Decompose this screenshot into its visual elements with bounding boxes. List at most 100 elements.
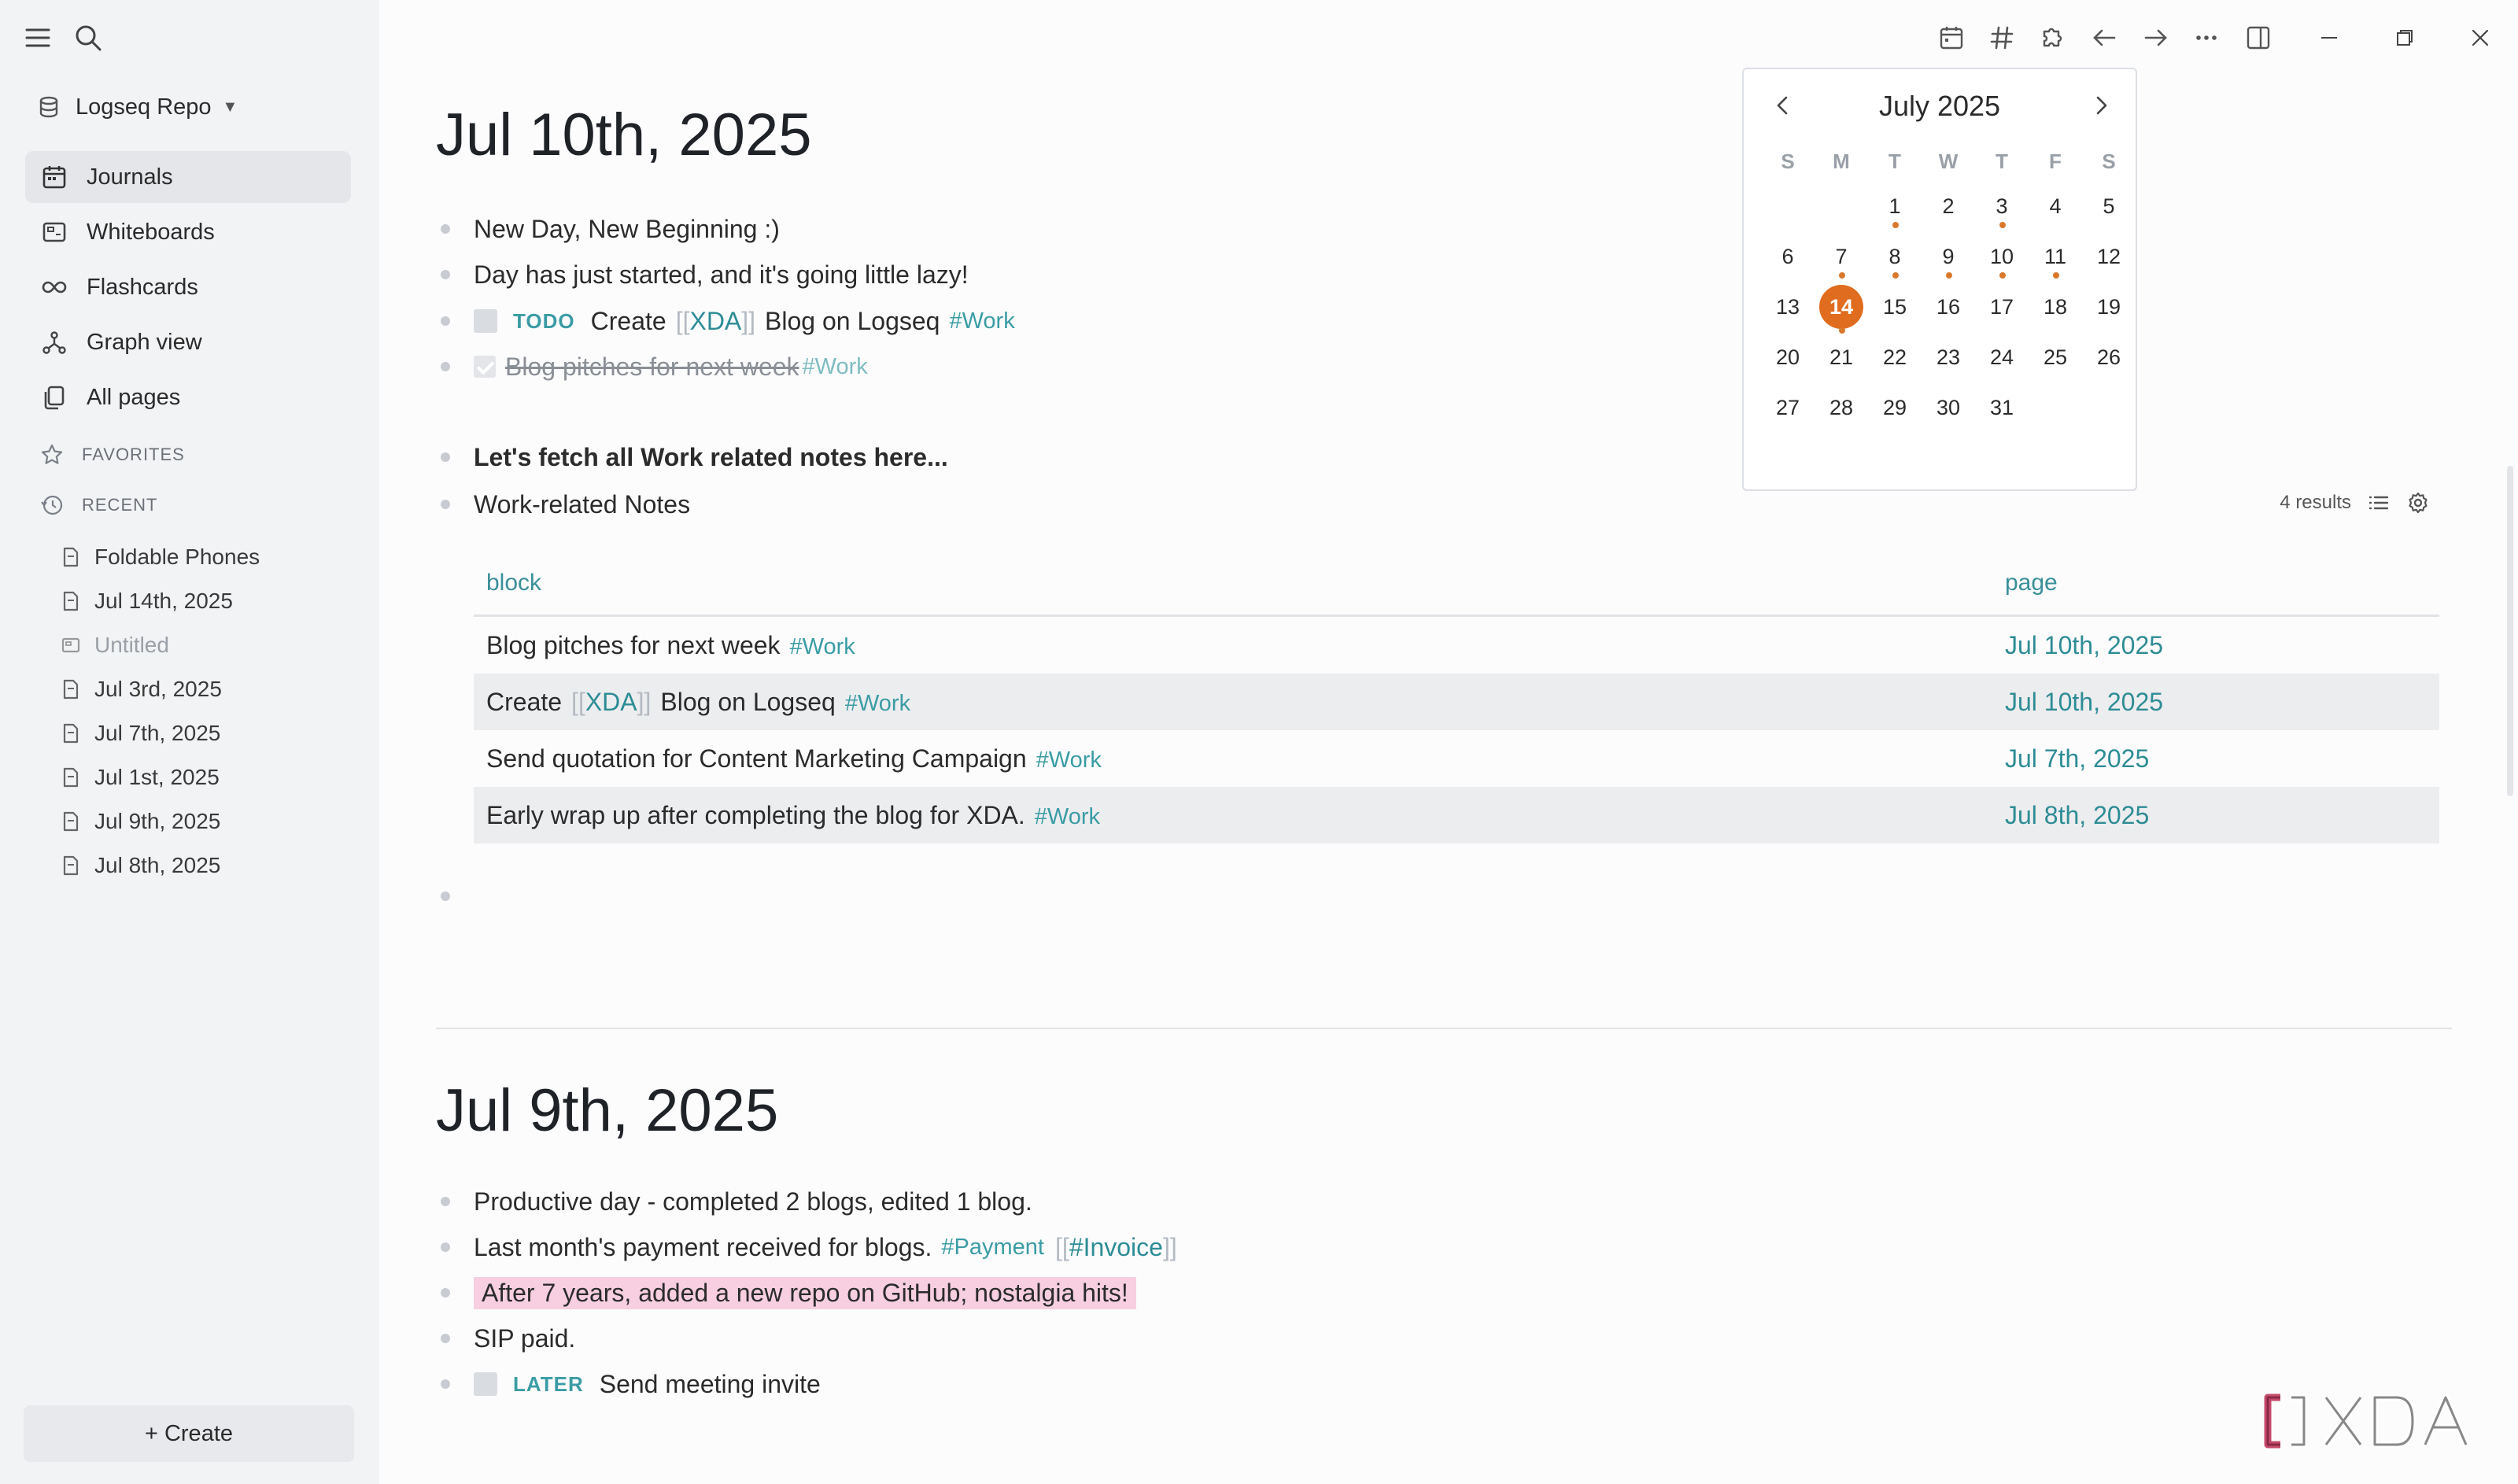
calendar-day[interactable]: 26: [2082, 332, 2136, 382]
puzzle-icon[interactable]: [2035, 20, 2069, 55]
sidebar-toggle-icon[interactable]: [2241, 20, 2276, 55]
prev-month-icon[interactable]: [1767, 90, 1799, 121]
highlighted-block[interactable]: After 7 years, added a new repo on GitHu…: [441, 1273, 1136, 1312]
bullet[interactable]: [441, 892, 450, 901]
page-link-xda[interactable]: XDA: [689, 307, 741, 336]
back-arrow-icon[interactable]: [2087, 20, 2121, 55]
recent-item[interactable]: Jul 7th, 2025: [61, 711, 360, 755]
calendar-day[interactable]: 21: [1815, 332, 1868, 382]
bullet[interactable]: [441, 362, 450, 371]
calendar-day[interactable]: 19: [2082, 282, 2136, 332]
bullet[interactable]: [441, 224, 450, 234]
calendar-day[interactable]: 15: [1868, 282, 1922, 332]
tag-payment[interactable]: #Payment: [941, 1235, 1044, 1261]
recent-item[interactable]: Jul 3rd, 2025: [61, 667, 360, 711]
calendar-day[interactable]: 4: [2029, 181, 2082, 231]
scrollbar[interactable]: [2507, 466, 2513, 796]
bullet[interactable]: [441, 1379, 450, 1389]
restore-icon[interactable]: [2387, 20, 2422, 55]
close-icon[interactable]: [2463, 20, 2498, 55]
calendar-day[interactable]: 24: [1975, 332, 2029, 382]
block[interactable]: New Day, New Beginning :): [441, 209, 780, 249]
recent-item[interactable]: Jul 8th, 2025: [61, 844, 360, 888]
calendar-day[interactable]: 22: [1868, 332, 1922, 382]
recent-header[interactable]: RECENT: [39, 489, 157, 521]
sidebar-item-flashcards[interactable]: Flashcards: [25, 261, 351, 313]
hashtag-icon[interactable]: [1984, 20, 2019, 55]
table-row[interactable]: Early wrap up after completing the blog …: [474, 787, 2439, 844]
table-row[interactable]: Send quotation for Content Marketing Cam…: [474, 730, 2439, 787]
create-button[interactable]: + Create: [24, 1405, 354, 1462]
calendar-day[interactable]: 18: [2029, 282, 2082, 332]
block[interactable]: Let's fetch all Work related notes here.…: [441, 437, 948, 477]
calendar-day[interactable]: 8: [1868, 231, 1922, 282]
cell-page-link[interactable]: Jul 7th, 2025: [2005, 744, 2149, 773]
page-link[interactable]: XDA: [585, 688, 637, 716]
cell-page-link[interactable]: Jul 10th, 2025: [2005, 631, 2163, 660]
calendar-day[interactable]: 11: [2029, 231, 2082, 282]
forward-arrow-icon[interactable]: [2139, 20, 2173, 55]
next-month-icon[interactable]: [2085, 90, 2117, 121]
block[interactable]: Day has just started, and it's going lit…: [441, 255, 969, 294]
done-block[interactable]: Blog pitches for next week #Work: [441, 347, 868, 386]
calendar-day[interactable]: 13: [1761, 282, 1815, 332]
bullet[interactable]: [441, 316, 450, 326]
recent-item[interactable]: Foldable Phones: [61, 535, 360, 579]
favorites-header[interactable]: FAVORITES: [39, 439, 185, 471]
search-icon[interactable]: [72, 22, 104, 54]
column-header-block[interactable]: block: [474, 570, 2005, 596]
calendar-day[interactable]: 10: [1975, 231, 2029, 282]
calendar-day[interactable]: 7: [1815, 231, 1868, 282]
calendar-day[interactable]: 31: [1975, 382, 2029, 433]
calendar-day[interactable]: 28: [1815, 382, 1868, 433]
later-block[interactable]: LATER Send meeting invite: [441, 1364, 821, 1404]
calendar-icon[interactable]: [1934, 20, 1969, 55]
query-block[interactable]: Work-related Notes: [441, 485, 690, 524]
calendar-day[interactable]: 9: [1922, 231, 1975, 282]
block[interactable]: SIP paid.: [441, 1319, 575, 1358]
calendar-day[interactable]: 1: [1868, 181, 1922, 231]
todo-marker[interactable]: TODO: [513, 309, 575, 334]
calendar-day[interactable]: 17: [1975, 282, 2029, 332]
column-header-page[interactable]: page: [2005, 570, 2058, 596]
tag-work[interactable]: #Work: [1036, 748, 1102, 773]
tag-work[interactable]: #Work: [790, 634, 855, 659]
calendar-day[interactable]: 16: [1922, 282, 1975, 332]
list-icon[interactable]: [2367, 491, 2391, 515]
todo-block[interactable]: TODO Create [[ XDA ]] Blog on Logseq #Wo…: [441, 301, 1015, 341]
bullet[interactable]: [441, 270, 450, 279]
recent-item[interactable]: Jul 14th, 2025: [61, 579, 360, 623]
done-checkbox[interactable]: [474, 356, 496, 378]
calendar-day[interactable]: 29: [1868, 382, 1922, 433]
block[interactable]: Last month's payment received for blogs.…: [441, 1227, 1177, 1267]
table-row[interactable]: Blog pitches for next week #Work Jul 10th,…: [474, 617, 2439, 674]
page-link-invoice[interactable]: #Invoice: [1069, 1233, 1163, 1262]
tag-work[interactable]: #Work: [803, 354, 868, 380]
calendar-day[interactable]: 27: [1761, 382, 1815, 433]
journal-title[interactable]: Jul 9th, 2025: [436, 1076, 778, 1145]
tag-work[interactable]: #Work: [845, 691, 910, 716]
more-icon[interactable]: [2189, 20, 2224, 55]
menu-icon[interactable]: [22, 22, 54, 54]
sidebar-item-graph-view[interactable]: Graph view: [25, 316, 351, 368]
cell-page-link[interactable]: Jul 10th, 2025: [2005, 688, 2163, 717]
calendar-day[interactable]: 12: [2082, 231, 2136, 282]
sidebar-item-whiteboards[interactable]: Whiteboards: [25, 206, 351, 258]
calendar-day[interactable]: 6: [1761, 231, 1815, 282]
bullet[interactable]: [441, 1242, 450, 1252]
recent-item[interactable]: Untitled: [61, 623, 360, 667]
repo-selector[interactable]: Logseq Repo ▼: [36, 90, 238, 124]
calendar-day[interactable]: 2: [1922, 181, 1975, 231]
empty-block[interactable]: [441, 877, 474, 916]
sidebar-item-all-pages[interactable]: All pages: [25, 371, 351, 423]
calendar-day[interactable]: 3: [1975, 181, 2029, 231]
tag-work[interactable]: #Work: [1035, 804, 1100, 829]
bullet[interactable]: [441, 1288, 450, 1298]
cell-page-link[interactable]: Jul 8th, 2025: [2005, 801, 2149, 830]
calendar-day[interactable]: 30: [1922, 382, 1975, 433]
bullet[interactable]: [441, 1197, 450, 1206]
table-row[interactable]: Create [[XDA]] Blog on Logseq #Work Jul 10th…: [474, 674, 2439, 730]
todo-checkbox[interactable]: [474, 309, 497, 333]
calendar-day-today[interactable]: 14: [1815, 282, 1868, 334]
calendar-day[interactable]: 20: [1761, 332, 1815, 382]
